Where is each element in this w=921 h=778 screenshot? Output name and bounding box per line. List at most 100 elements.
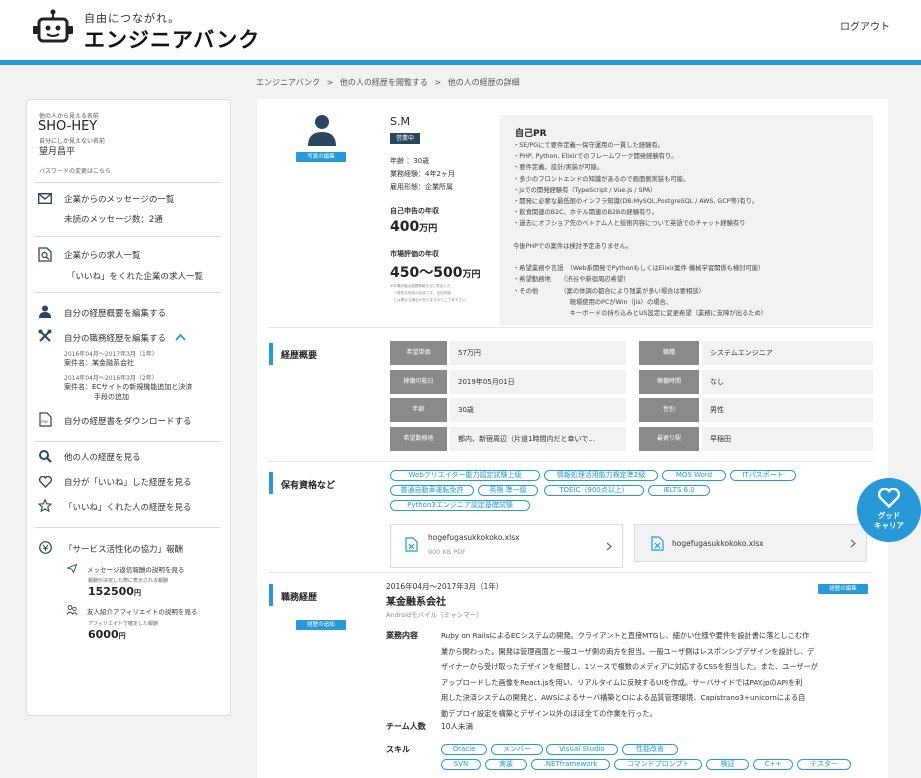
sidebar-divider: [34, 527, 221, 528]
summary-key: 稼働時間: [639, 370, 699, 394]
market-income-label: 市場評価の年収: [390, 250, 439, 258]
section-accent: [269, 472, 273, 494]
summary-key: 希望勤務地: [390, 427, 447, 451]
chevron-up-icon[interactable]: [175, 333, 186, 341]
profile-experience: 業務経験：4年2ヶ月: [390, 170, 455, 178]
edit-career-link[interactable]: 自分の職務経歴を編集する: [64, 332, 166, 344]
excel-file-icon: [651, 536, 664, 551]
qualification-tag: Python3エンジニア認定基礎試験: [390, 500, 530, 511]
qualification-tag: TOEIC（900点以上）: [544, 485, 644, 496]
attachment-card[interactable]: [390, 524, 623, 568]
heart-icon: [39, 476, 52, 488]
breadcrumb-separator: >: [326, 78, 334, 87]
self-pr-text: ・SE/PGにて要件定義～保守運用の一貫した経験有。 ・PHP, Python,…: [513, 142, 768, 318]
edit-job-button[interactable]: 経歴の編集: [818, 584, 868, 594]
profile-initials: S.M: [390, 115, 410, 128]
good-career-button[interactable]: グッド キャリア: [857, 478, 921, 542]
sidebar-divider: [34, 292, 221, 293]
qualification-tag: Webクリエイター能力認定試験上級: [390, 470, 540, 481]
career2-name[interactable]: 案件名：ECサイトの新規機能追加と決済: [64, 382, 192, 392]
search-icon: [39, 450, 52, 463]
job-date: 2016年04月～2017年3月（1年）: [386, 582, 504, 591]
market-income-note: ※市場評価は経歴情報を元に算出した 一般的な年収の目安です。当社評価 とは異なる…: [390, 284, 470, 302]
logout-link[interactable]: ログアウト: [840, 18, 890, 33]
attachment-name: hogefugasukkokoko.xlsx: [428, 533, 520, 542]
skill-tag: Oracle: [441, 744, 487, 755]
breadcrumb-home[interactable]: エンジニアバンク: [256, 78, 320, 87]
section-divider: [268, 461, 873, 462]
sidebar-divider: [34, 182, 221, 183]
liked-jobs-link[interactable]: 「いいね」をくれた企業の求人一覧: [67, 270, 203, 282]
team-label: チーム人数: [386, 722, 426, 731]
unread-count: 未読のメッセージ数：2通: [64, 215, 163, 225]
career1-name[interactable]: 案件名：某金融系会社: [64, 358, 134, 368]
qualification-tag: 普通自動車運転免許: [390, 485, 474, 496]
avatar-icon: [308, 115, 336, 146]
heart-icon: [878, 488, 900, 508]
reward-message-link[interactable]: メッセージ返信報酬の説明を見る: [87, 564, 184, 574]
affiliate-link[interactable]: 友人紹介アフィリエイトの説明を見る: [87, 606, 197, 616]
photo-edit-button[interactable]: 写真の編集: [296, 152, 346, 162]
team-value: 10人未満: [441, 722, 474, 731]
excel-file-icon: [405, 537, 418, 552]
self-income-label: 自己申告の年収: [390, 207, 439, 215]
profile-age: 年齢 ：30歳: [390, 157, 430, 165]
career2-name-cont[interactable]: 手段の追加: [94, 392, 129, 402]
job-role: Androidモバイル（ミャンマー）: [386, 611, 483, 619]
qualification-tag: 情報処理活用能力検定準2級: [544, 470, 658, 481]
liked-me-link[interactable]: 「いいね」くれた人の経歴を見る: [64, 501, 192, 513]
job-history-title: 職務経歴: [281, 593, 318, 603]
career1-date: 2016年04月～2017年3月（1年）: [64, 351, 158, 358]
edit-profile-link[interactable]: 自分の経歴概要を編集する: [64, 307, 166, 319]
affiliate-note: アフィリエイトで確定した報酬: [88, 621, 158, 627]
good-career-label-2: キャリア: [874, 521, 904, 530]
summary-key: 希望単価: [390, 341, 447, 365]
skill-tag: テスター: [797, 759, 851, 770]
profile-employment: 雇用形態：企業所属: [390, 183, 453, 191]
section-divider: [268, 327, 873, 328]
attachment-name: hogefugasukkokoko.xlsx: [672, 539, 764, 548]
skill-tag: Visual Studio: [546, 744, 618, 755]
summary-value: システムエンジニア: [702, 341, 873, 365]
download-cv-link[interactable]: 自分の経歴書をダウンロードする: [64, 415, 192, 427]
summary-key: 性別: [639, 398, 699, 422]
career-summary-title: 経歴概要: [281, 351, 318, 361]
qualification-tag: IELTS 6.0: [648, 485, 710, 496]
public-name: SHO-HEY: [38, 119, 98, 134]
reward-message-note: 報酬が決定した際に表示される報酬: [88, 578, 169, 584]
summary-value: 都内、新宿周辺（片道1時間内だと幸いで...: [450, 427, 626, 451]
section-accent: [269, 343, 273, 365]
svg-text:PDF: PDF: [41, 419, 48, 424]
chevron-right-icon[interactable]: [850, 539, 856, 548]
qualification-tag: ITパスポート: [730, 470, 796, 481]
duty-text: Ruby on RailsによるECシステムの開発。クライアントと直接MTGし、…: [441, 631, 818, 718]
password-link[interactable]: パスワードの変更はこちら: [39, 166, 111, 175]
skill-tag: SVN: [441, 759, 481, 770]
app: 自由につながれ。 エンジニアバンク ログアウト エンジニアバンク > 他の人の経…: [0, 0, 921, 778]
summary-value: 男性: [702, 398, 873, 422]
logo-name[interactable]: エンジニアバンク: [84, 24, 260, 54]
skill-tag: コマンドプロンプト: [614, 759, 702, 770]
skill-tag: メンバー: [491, 744, 543, 755]
add-career-button[interactable]: 経歴の追加: [296, 620, 346, 630]
liked-by-me-link[interactable]: 自分が「いいね」した経歴を見る: [64, 476, 192, 488]
sidebar-divider: [34, 441, 221, 442]
market-income-value: 450～500万円: [390, 265, 481, 281]
reward-icon: [39, 541, 52, 554]
chevron-right-icon[interactable]: [606, 542, 612, 551]
messages-link[interactable]: 企業からのメッセージの一覧: [64, 193, 174, 205]
skill-tag: 性能改善: [622, 744, 678, 755]
summary-value: 57万円: [450, 341, 626, 365]
job-company: 某金融系会社: [386, 597, 446, 608]
status-badge: 営業中: [390, 133, 420, 144]
qualification-tag: 英検 準一級: [478, 485, 538, 496]
star-icon: [38, 499, 52, 512]
mail-icon: [38, 193, 52, 204]
jobs-link[interactable]: 企業からの求人一覧: [64, 249, 141, 261]
breadcrumb-browse[interactable]: 他の人の経歴を閲覧する: [340, 78, 428, 87]
view-others-link[interactable]: 他の人の経歴を見る: [64, 451, 141, 463]
summary-key: 稼働可能日: [390, 370, 447, 394]
summary-value: なし: [702, 370, 873, 394]
summary-key: 最寄り駅: [639, 427, 699, 451]
self-pr-title: 自己PR: [515, 129, 547, 139]
